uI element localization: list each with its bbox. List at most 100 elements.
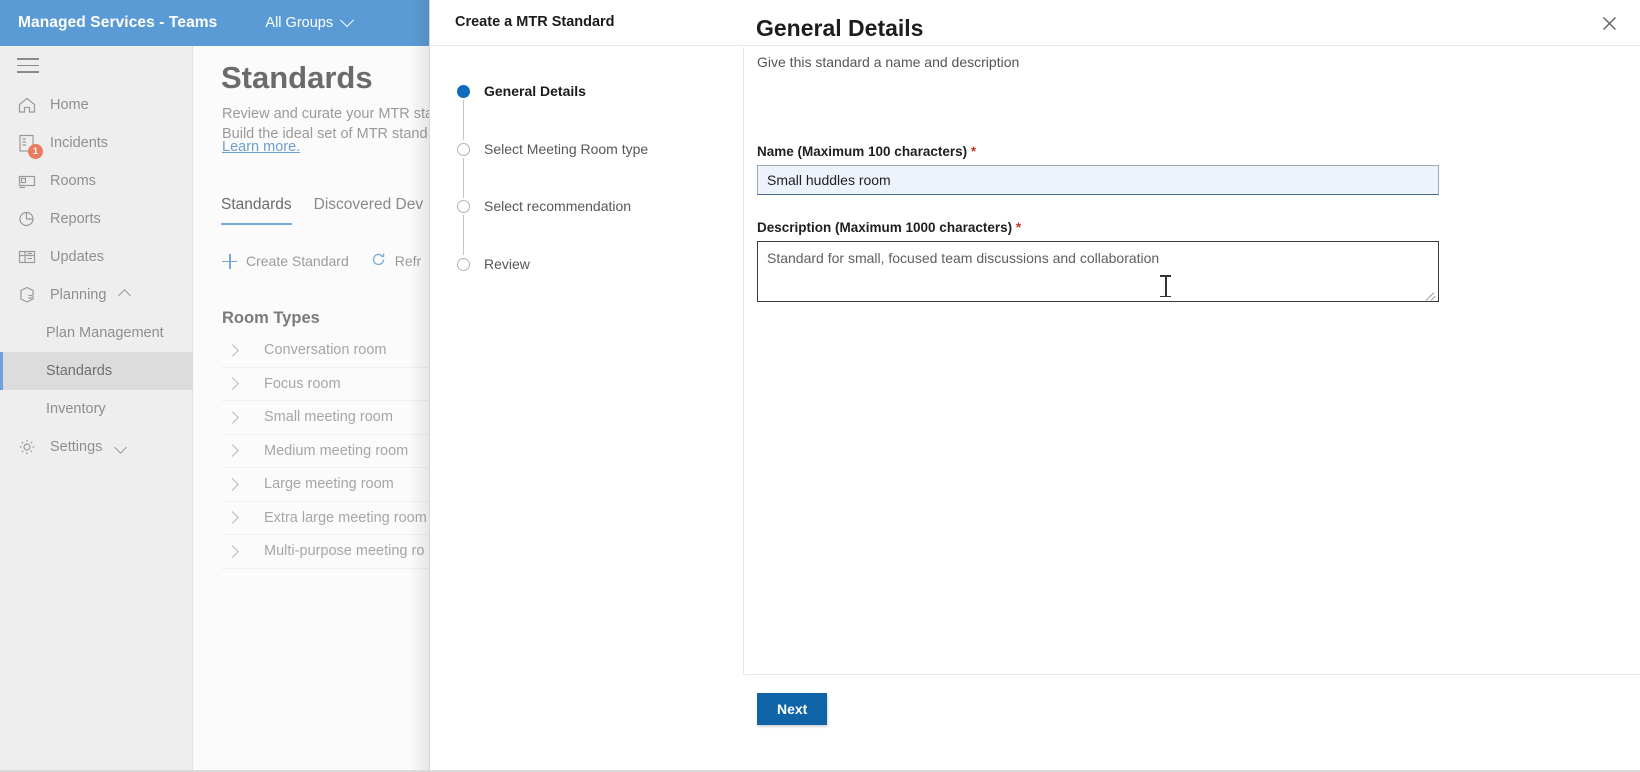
description-input[interactable] [757, 241, 1439, 302]
sidebar-item-inventory[interactable]: Inventory [0, 390, 193, 428]
wizard-step-label: Select Meeting Room type [484, 140, 649, 157]
step-indicator-icon [457, 85, 470, 98]
step-indicator-icon [457, 142, 470, 156]
chevron-right-icon [226, 544, 239, 558]
sidebar-item-label: Settings [50, 438, 103, 455]
step-connector [463, 215, 465, 255]
chevron-down-icon [340, 13, 355, 28]
room-type-label: Small meeting room [264, 409, 393, 426]
group-filter[interactable]: All Groups [265, 13, 355, 31]
sidebar-item-label: Reports [50, 210, 101, 227]
app-title: Managed Services - Teams [18, 14, 218, 31]
sidebar-item-label: Inventory [46, 400, 106, 417]
room-type-label: Large meeting room [264, 476, 394, 493]
create-standard-dialog: Create a MTR Standard General Details Se… [429, 0, 1640, 772]
wizard-step-label: Review [484, 255, 530, 272]
learn-more-link[interactable]: Learn more. [222, 139, 300, 155]
name-input[interactable] [757, 165, 1439, 195]
chevron-right-icon [226, 377, 239, 391]
sidebar: Home 1 Incidents Rooms Reports Updates P… [0, 46, 193, 772]
sidebar-item-incidents[interactable]: 1 Incidents [0, 124, 193, 162]
wizard-step-general-details[interactable]: General Details [457, 83, 648, 141]
sidebar-item-label: Home [50, 96, 89, 113]
planning-icon [16, 284, 38, 306]
content-subheading: Give this standard a name and descriptio… [757, 54, 1020, 70]
sidebar-item-standards[interactable]: Standards [0, 352, 193, 390]
description-field-label-text: Description (Maximum 1000 characters) [757, 220, 1013, 235]
name-field-label-text: Name (Maximum 100 characters) [757, 144, 968, 159]
chevron-right-icon [226, 511, 239, 525]
hamburger-icon[interactable] [17, 58, 39, 74]
chevron-right-icon [226, 410, 239, 424]
next-button[interactable]: Next [757, 693, 828, 725]
chevron-right-icon [226, 477, 239, 491]
room-type-label: Multi-purpose meeting ro [264, 543, 425, 560]
create-standard-label: Create Standard [246, 253, 349, 269]
tab-standards[interactable]: Standards [221, 196, 292, 225]
plus-icon [222, 253, 237, 269]
sidebar-item-updates[interactable]: Updates [0, 238, 193, 276]
page-subtitle: Review and curate your MTR sta Build the… [222, 104, 433, 144]
sidebar-item-settings[interactable]: Settings [0, 428, 193, 466]
room-type-label: Medium meeting room [264, 442, 409, 459]
sidebar-nav: Home 1 Incidents Rooms Reports Updates P… [0, 86, 193, 466]
name-required-marker: * [970, 144, 977, 159]
chevron-right-icon [226, 444, 239, 458]
description-required-marker: * [1015, 220, 1022, 235]
content-heading: General Details [756, 15, 924, 41]
sidebar-item-rooms[interactable]: Rooms [0, 162, 193, 200]
room-type-label: Focus room [264, 375, 341, 392]
wizard-step-select-meeting-room-type[interactable]: Select Meeting Room type [457, 141, 648, 199]
sidebar-item-planning[interactable]: Planning [0, 276, 193, 314]
room-type-label: Conversation room [264, 342, 387, 359]
home-icon [16, 94, 38, 116]
sidebar-item-label: Updates [50, 248, 105, 265]
description-field-label: Description (Maximum 1000 characters) * [757, 220, 1021, 235]
step-indicator-icon [457, 200, 470, 213]
dialog-header: Create a MTR Standard [430, 0, 1640, 46]
chevron-right-icon [226, 343, 239, 357]
close-icon[interactable] [1594, 9, 1624, 37]
tab-bar: Standards Discovered Dev [221, 196, 423, 225]
wizard-step-review[interactable]: Review [457, 256, 648, 280]
wizard-steps: General Details Select Meeting Room type… [457, 83, 648, 280]
group-filter-label: All Groups [265, 15, 334, 31]
sidebar-item-label: Rooms [50, 172, 96, 189]
dialog-title: Create a MTR Standard [455, 14, 615, 30]
reports-icon [16, 208, 38, 230]
step-connector [463, 157, 465, 198]
screen-root: Managed Services - Teams All Groups Home [0, 0, 1640, 772]
tab-discovered-devices[interactable]: Discovered Dev [314, 196, 423, 225]
chevron-up-icon [118, 288, 132, 302]
refresh-icon [371, 252, 386, 270]
sidebar-item-plan-management[interactable]: Plan Management [0, 314, 193, 352]
refresh-label: Refr [394, 253, 422, 269]
step-indicator-icon [457, 257, 470, 271]
sidebar-item-label: Plan Management [46, 324, 164, 341]
rooms-icon [16, 170, 38, 192]
create-standard-button[interactable]: Create Standard [222, 253, 349, 269]
chevron-down-icon [114, 440, 128, 454]
wizard-step-pane: General Details Select Meeting Room type… [430, 47, 744, 675]
gear-icon [16, 436, 38, 458]
page-title: Standards [221, 60, 373, 95]
wizard-step-label: General Details [484, 83, 586, 99]
sidebar-item-label: Standards [46, 362, 113, 379]
updates-icon [16, 246, 38, 268]
sidebar-item-label: Incidents [50, 134, 109, 151]
wizard-step-select-recommendation[interactable]: Select recommendation [457, 198, 648, 256]
sidebar-item-reports[interactable]: Reports [0, 200, 193, 238]
dialog-footer: Next [430, 676, 1640, 772]
room-type-label: Extra large meeting room [264, 509, 427, 526]
content-toolbar: Create Standard Refr [222, 252, 421, 270]
incidents-badge: 1 [28, 144, 43, 159]
wizard-step-label: Select recommendation [484, 198, 632, 214]
page-subtitle-line1: Review and curate your MTR sta [222, 106, 434, 122]
sidebar-item-label: Planning [50, 286, 107, 303]
step-connector [463, 100, 465, 140]
room-types-heading: Room Types [222, 309, 320, 327]
dialog-content-pane [745, 47, 1640, 675]
name-field-label: Name (Maximum 100 characters) * [757, 144, 976, 159]
refresh-button[interactable]: Refr [371, 252, 421, 270]
sidebar-item-home[interactable]: Home [0, 86, 193, 124]
